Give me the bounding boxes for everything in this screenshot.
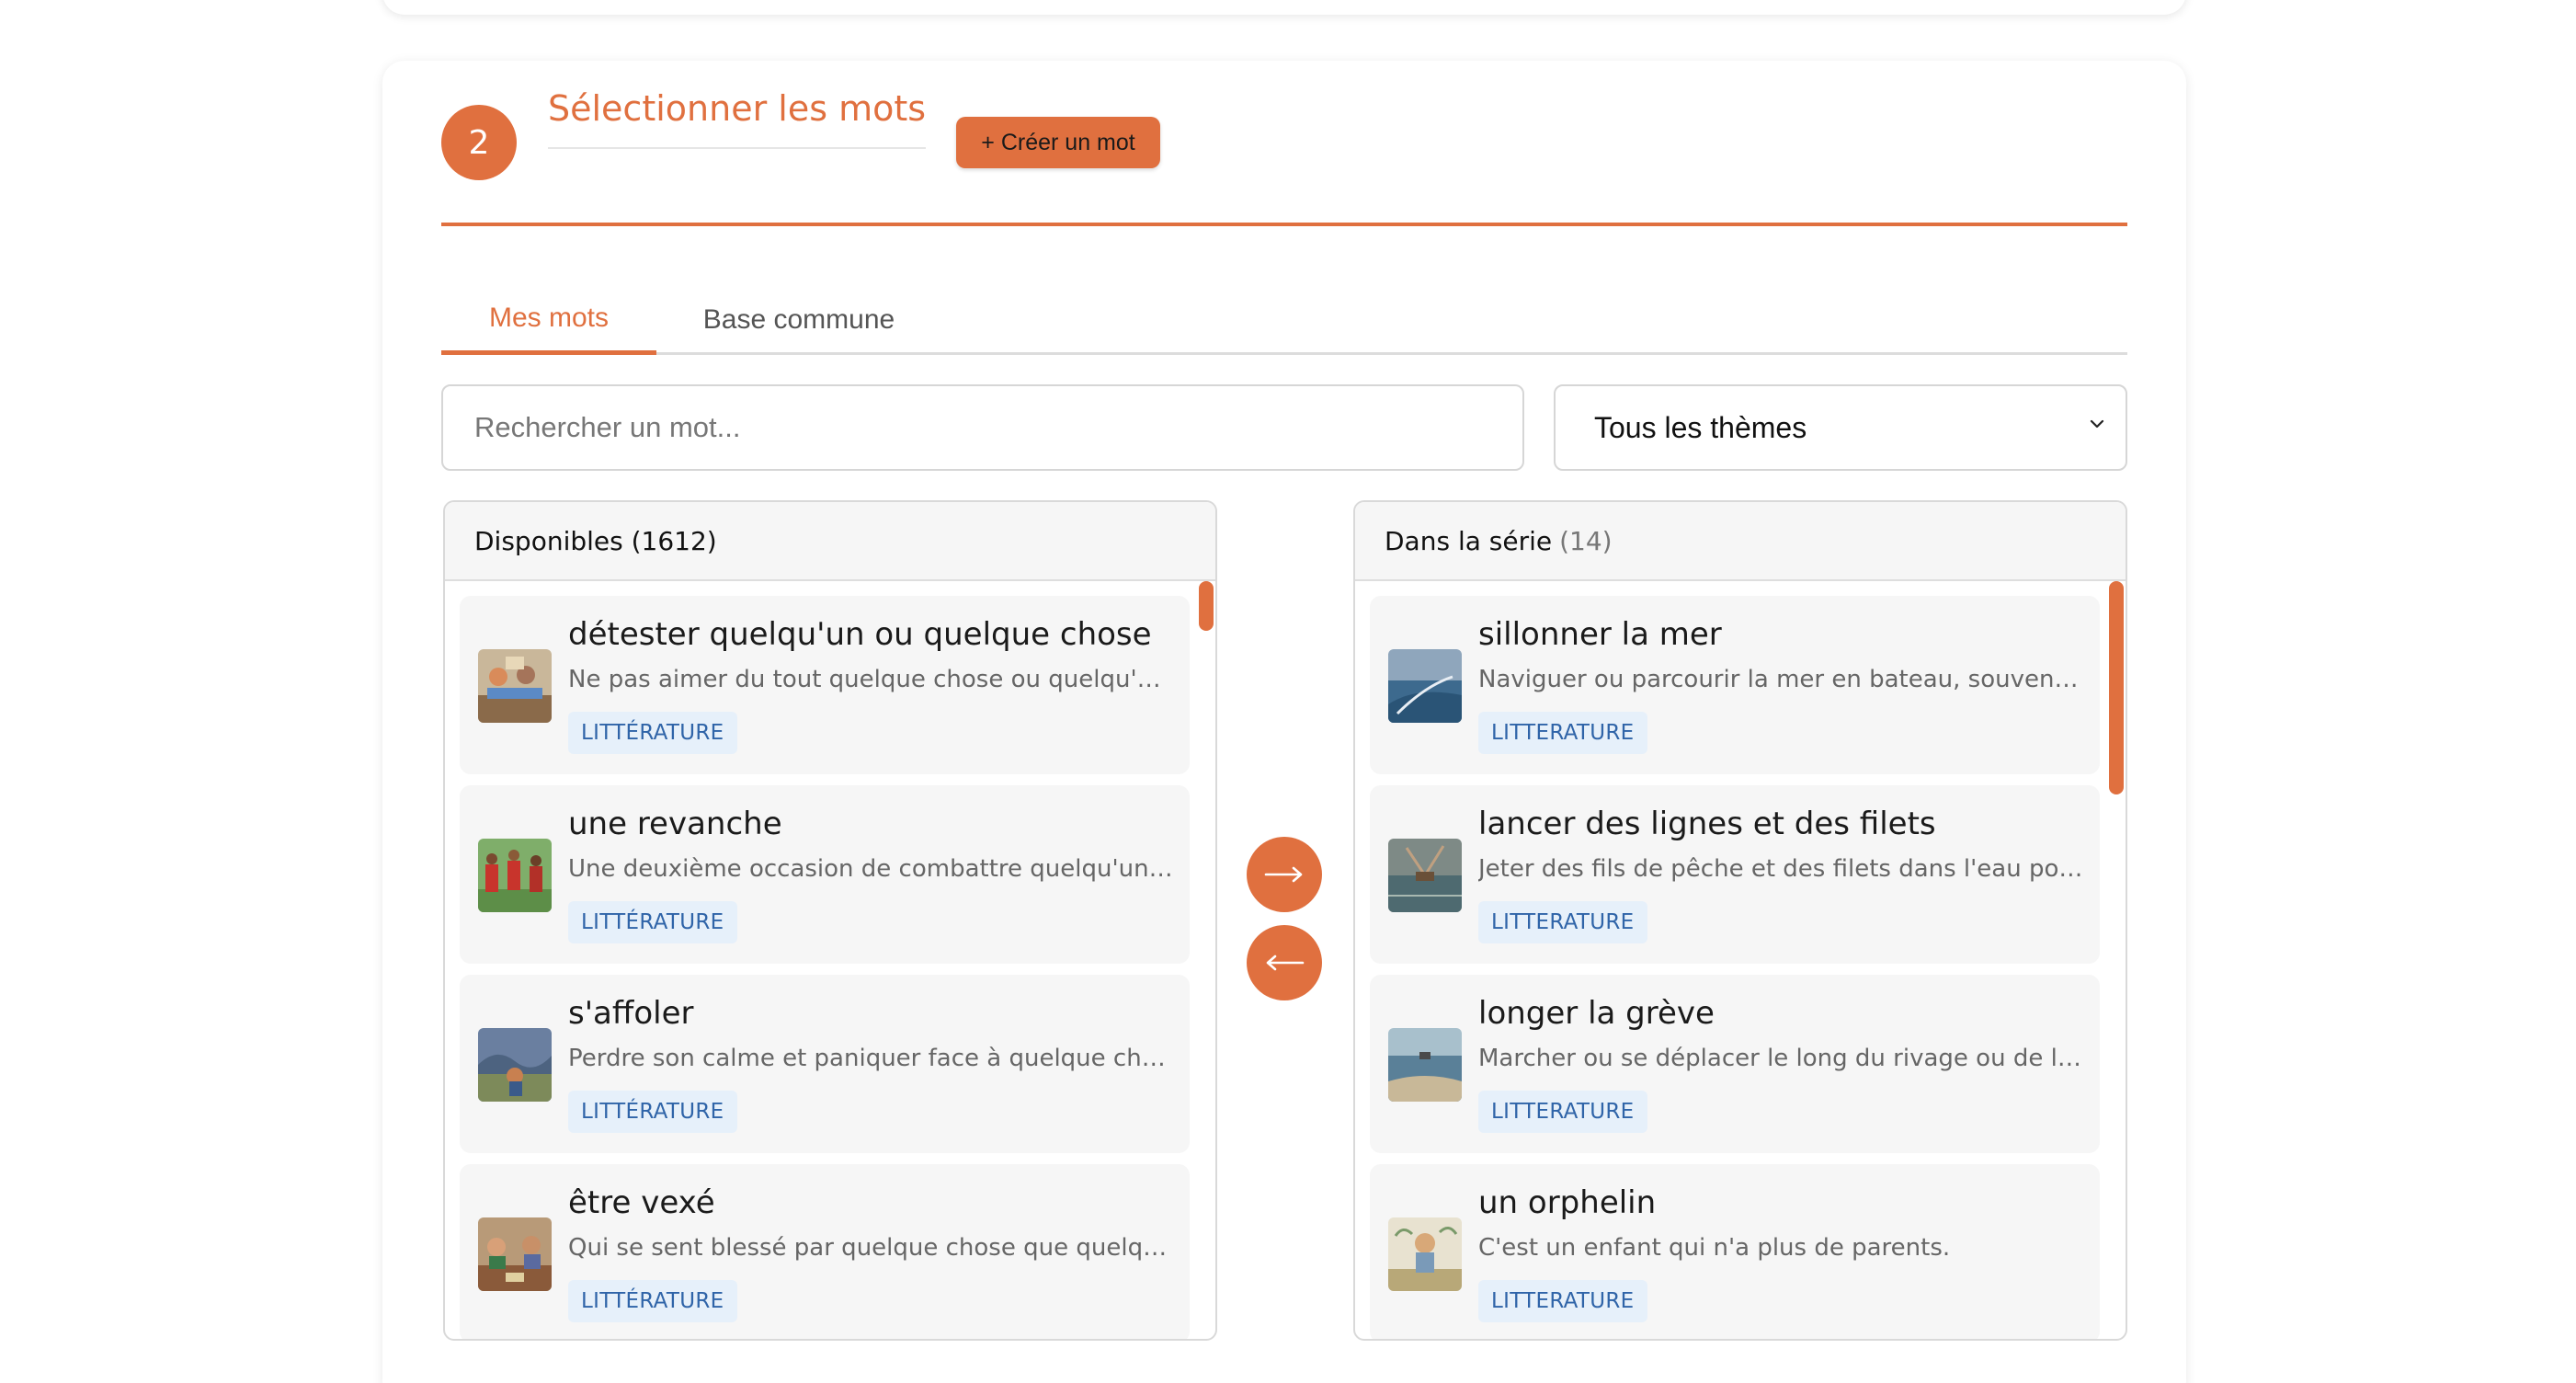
section-title: Sélectionner les mots [548, 88, 927, 149]
create-word-button[interactable]: + Créer un mot [956, 117, 1160, 168]
word-thumbnail [1388, 649, 1462, 723]
available-list[interactable]: détester quelqu'un ou quelque chose Ne p… [445, 581, 1215, 1339]
word-thumbnail [478, 839, 552, 912]
word-label: une revanche [568, 806, 782, 842]
add-to-series-button[interactable] [1247, 837, 1322, 912]
word-description: Perdre son calme et paniquer face à quel… [568, 1045, 1175, 1072]
section-divider [441, 223, 2127, 226]
tab-base-commune[interactable]: Base commune [656, 285, 941, 355]
available-scrollbar[interactable] [1199, 581, 1214, 631]
theme-tag: LITTÉRATURE [568, 712, 737, 754]
list-item[interactable]: lancer des lignes et des filets Jeter de… [1370, 785, 2100, 964]
theme-select[interactable]: Tous les thèmes [1554, 384, 2127, 471]
word-thumbnail [1388, 1217, 1462, 1291]
arrow-left-icon [1266, 954, 1305, 971]
chevron-down-icon [2090, 419, 2104, 429]
theme-tag: LITTERATURE [1478, 1091, 1647, 1133]
word-thumbnail [1388, 839, 1462, 912]
tab-mes-mots[interactable]: Mes mots [441, 285, 656, 355]
series-count: (14) [1559, 525, 1613, 556]
series-title: Dans la série [1385, 525, 1553, 556]
theme-select-value: Tous les thèmes [1594, 410, 1807, 444]
list-item[interactable]: s'affoler Perdre son calme et paniquer f… [460, 975, 1190, 1153]
word-description: Qui se sent blessé par quelque chose que… [568, 1234, 1175, 1262]
word-description: Ne pas aimer du tout quelque chose ou qu… [568, 666, 1175, 693]
word-label: détester quelqu'un ou quelque chose [568, 616, 1152, 653]
search-input[interactable] [441, 384, 1524, 471]
list-item[interactable]: longer la grève Marcher ou se déplacer l… [1370, 975, 2100, 1153]
theme-tag: LITTÉRATURE [568, 1091, 737, 1133]
word-label: un orphelin [1478, 1184, 1657, 1221]
series-panel-header: Dans la série (14) [1355, 502, 2126, 581]
word-thumbnail [1388, 1028, 1462, 1102]
word-description: Naviguer ou parcourir la mer en bateau, … [1478, 666, 2085, 693]
available-title: Disponibles (1612) [474, 525, 717, 556]
list-item[interactable]: être vexé Qui se sent blessé par quelque… [460, 1164, 1190, 1339]
list-item[interactable]: un orphelin C'est un enfant qui n'a plus… [1370, 1164, 2100, 1339]
tabs-bar: Mes mots Base commune [441, 285, 2127, 355]
theme-tag: LITTERATURE [1478, 712, 1647, 754]
word-description: Une deuxième occasion de combattre quelq… [568, 855, 1175, 883]
list-item[interactable]: sillonner la mer Naviguer ou parcourir l… [1370, 596, 2100, 774]
series-list[interactable]: sillonner la mer Naviguer ou parcourir l… [1355, 581, 2126, 1339]
word-thumbnail [478, 1028, 552, 1102]
word-label: lancer des lignes et des filets [1478, 806, 1936, 842]
step-number-badge: 2 [441, 105, 517, 180]
word-thumbnail [478, 649, 552, 723]
theme-tag: LITTERATURE [1478, 1280, 1647, 1322]
previous-step-card [382, 0, 2186, 15]
theme-tag: LITTÉRATURE [568, 1280, 737, 1322]
word-description: C'est un enfant qui n'a plus de parents. [1478, 1234, 1951, 1262]
remove-from-series-button[interactable] [1247, 925, 1322, 1000]
list-item[interactable]: une revanche Une deuxième occasion de co… [460, 785, 1190, 964]
available-panel-header: Disponibles (1612) [445, 502, 1215, 581]
word-label: longer la grève [1478, 995, 1715, 1032]
word-label: être vexé [568, 1184, 715, 1221]
word-label: s'affoler [568, 995, 694, 1032]
available-panel: Disponibles (1612) détester quelqu'un ou… [443, 500, 1217, 1341]
theme-tag: LITTÉRATURE [568, 901, 737, 943]
word-description: Marcher ou se déplacer le long du rivage… [1478, 1045, 2085, 1072]
word-label: sillonner la mer [1478, 616, 1722, 653]
series-scrollbar[interactable] [2109, 581, 2124, 794]
series-panel: Dans la série (14) sillonner la mer Navi… [1353, 500, 2127, 1341]
word-description: Jeter des fils de pêche et des filets da… [1478, 855, 2085, 883]
list-item[interactable]: détester quelqu'un ou quelque chose Ne p… [460, 596, 1190, 774]
theme-tag: LITTERATURE [1478, 901, 1647, 943]
arrow-right-icon [1264, 866, 1303, 883]
word-thumbnail [478, 1217, 552, 1291]
